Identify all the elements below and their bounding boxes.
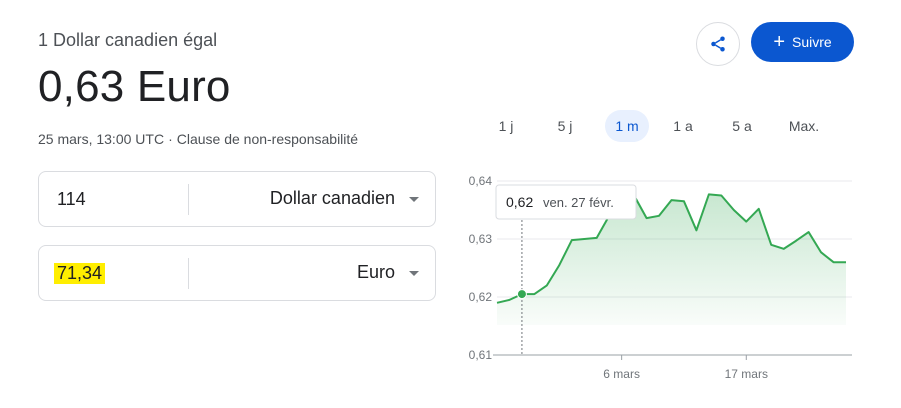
- converter-divider: [188, 258, 189, 289]
- rate-meta: 25 mars, 13:00 UTC · Clause de non-respons…: [38, 131, 358, 147]
- share-icon: [711, 36, 725, 52]
- timestamp: 25 mars, 13:00 UTC: [38, 131, 165, 147]
- plus-icon: +: [773, 31, 785, 53]
- x-tick-label: 17 mars: [725, 367, 768, 381]
- x-tick-label: 6 mars: [603, 367, 640, 381]
- follow-label: Suivre: [792, 34, 832, 50]
- y-tick-label: 0,62: [469, 290, 493, 304]
- selected-point: [516, 289, 527, 300]
- meta-separator: ·: [168, 131, 173, 147]
- rate-subtitle: 1 Dollar canadien égal: [38, 30, 218, 50]
- tooltip-date: ven. 27 févr.: [543, 195, 614, 210]
- converter-divider: [188, 184, 189, 215]
- disclaimer-link[interactable]: Clause de non-responsabilité: [177, 131, 358, 147]
- y-tick-label: 0,64: [469, 174, 493, 188]
- from-currency-select[interactable]: Dollar canadien: [270, 188, 395, 209]
- y-tick-label: 0,63: [469, 232, 493, 246]
- share-button[interactable]: [696, 22, 740, 66]
- from-converter: 114 Dollar canadien: [38, 171, 436, 227]
- range-tab[interactable]: 1 m: [605, 110, 649, 142]
- y-tick-label: 0,61: [469, 348, 493, 362]
- to-currency-select[interactable]: Euro: [357, 262, 395, 283]
- chevron-down-icon[interactable]: [409, 271, 419, 276]
- follow-button[interactable]: + Suivre: [751, 22, 854, 62]
- from-amount-input[interactable]: 114: [57, 189, 86, 210]
- tooltip-value: 0,62: [506, 194, 533, 210]
- range-tab[interactable]: 1 a: [664, 110, 702, 142]
- to-amount-input[interactable]: 71,34: [54, 263, 106, 284]
- exchange-rate-chart[interactable]: 0,64 0,63 0,62 0,61 6 mars 17 mars 0,62 ven. 27…: [440, 160, 860, 390]
- time-range-tabs: 1 j 5 j 1 m 1 a 5 a Max.: [487, 110, 826, 142]
- range-tab[interactable]: 5 j: [546, 110, 584, 142]
- to-converter: 71,34 Euro: [38, 245, 436, 301]
- chevron-down-icon[interactable]: [409, 197, 419, 202]
- range-tab[interactable]: 1 j: [487, 110, 525, 142]
- rate-value: 0,63 Euro: [38, 62, 231, 111]
- range-tab[interactable]: 5 a: [723, 110, 761, 142]
- range-tab[interactable]: Max.: [782, 110, 826, 142]
